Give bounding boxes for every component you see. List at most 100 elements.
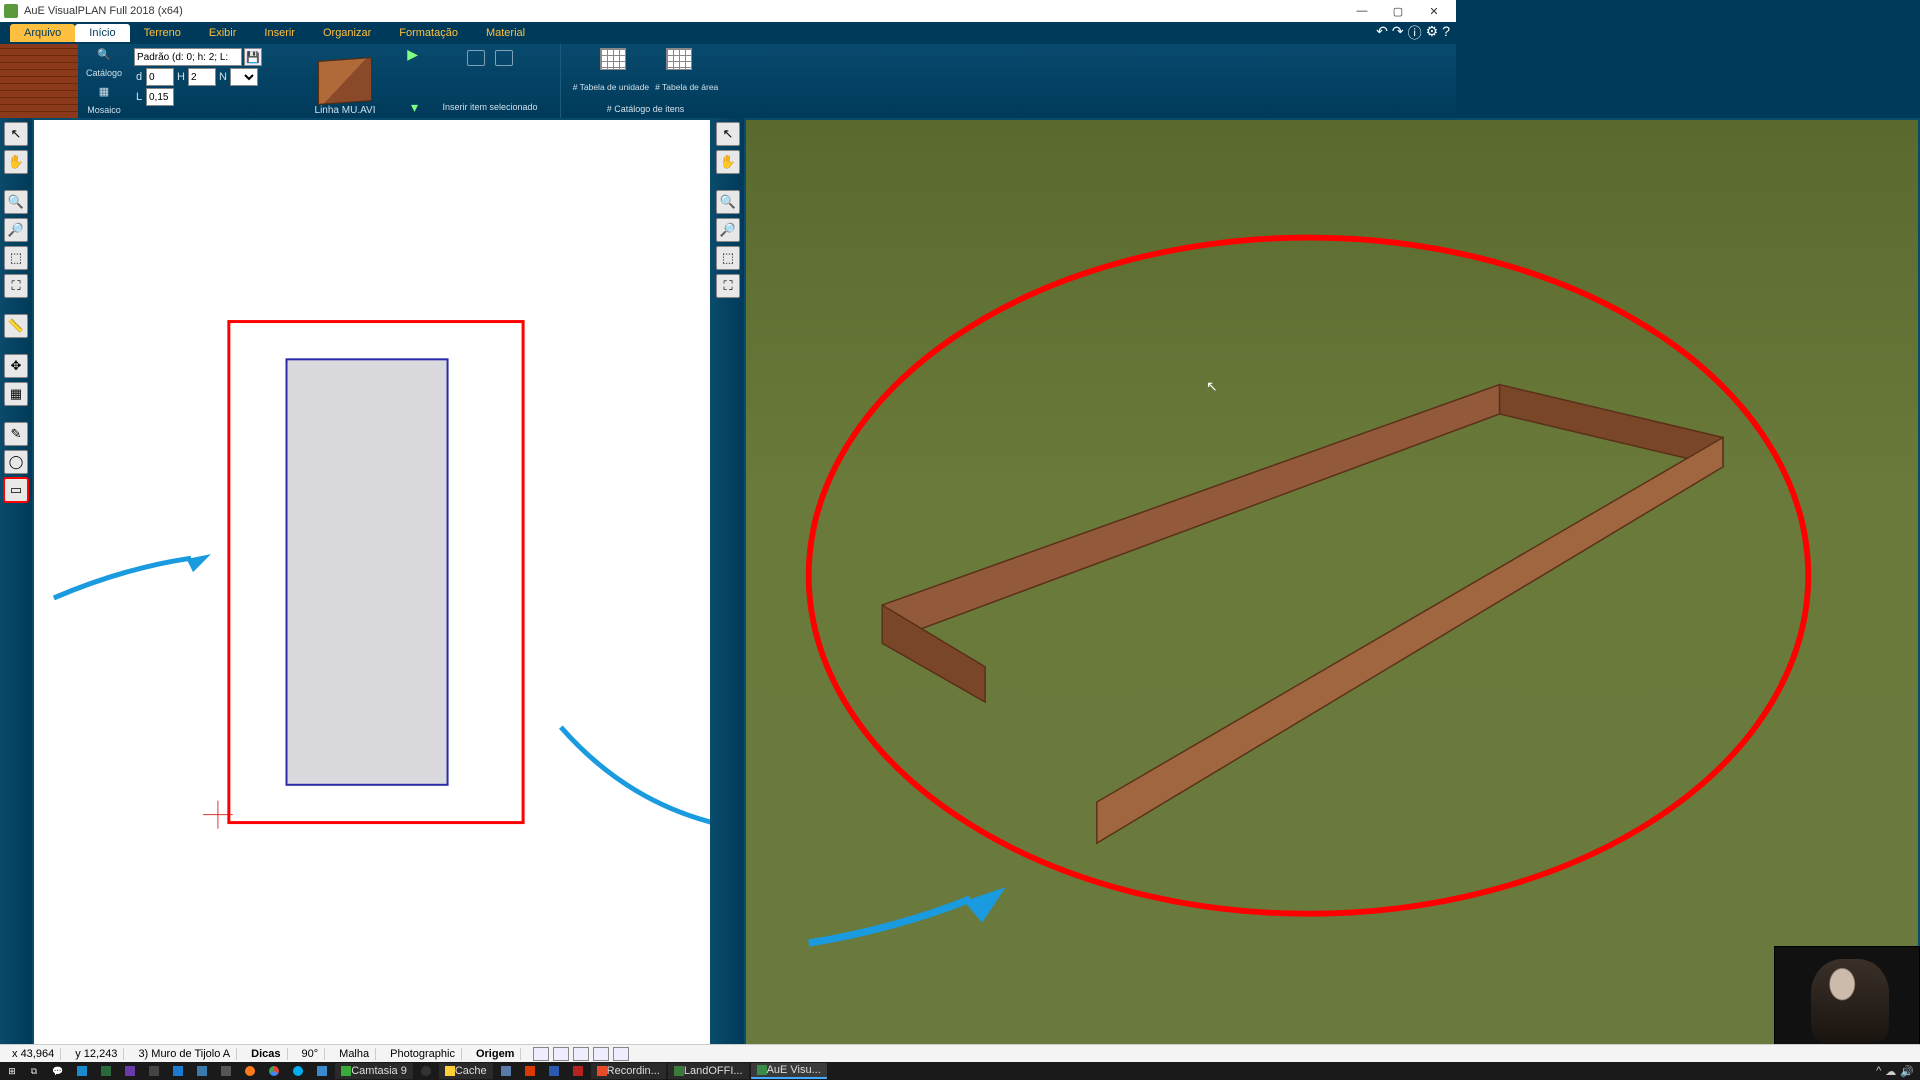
firefox-icon[interactable] [239, 1063, 261, 1079]
dicas-button[interactable]: Dicas [245, 1048, 287, 1060]
layer-indicator[interactable]: 3) Muro de Tijolo A [132, 1048, 237, 1060]
snap-center-icon[interactable] [593, 1047, 609, 1061]
snap-endpoint-icon[interactable] [533, 1047, 549, 1061]
mosaic-icon[interactable]: ▦ [99, 85, 109, 98]
snap-perp-icon[interactable] [613, 1047, 629, 1061]
d-label: d [134, 71, 144, 83]
insert-line-icon[interactable] [467, 50, 485, 66]
skype-icon[interactable] [287, 1063, 309, 1079]
tray-up-icon[interactable]: ^ [1876, 1065, 1881, 1078]
menu-arquivo[interactable]: Arquivo [10, 24, 75, 42]
tray-net-icon[interactable]: 🔊 [1900, 1065, 1914, 1078]
app3-icon[interactable] [191, 1063, 213, 1079]
minimize-button[interactable]: — [1344, 1, 1380, 21]
angle-indicator[interactable]: 90° [296, 1048, 326, 1060]
app2-icon[interactable] [95, 1063, 117, 1079]
select-tool[interactable]: ↖ [4, 122, 28, 146]
draw-rectangle-tool[interactable]: ▭ [4, 478, 28, 502]
app1-icon[interactable] [71, 1063, 93, 1079]
zoom-in-3d[interactable]: 🔍 [716, 190, 740, 214]
zoom-in-tool[interactable]: 🔍 [4, 190, 28, 214]
menu-formatacao[interactable]: Formatação [385, 24, 472, 42]
chat-icon[interactable]: 💬 [46, 1063, 69, 1079]
area-table-icon[interactable] [666, 48, 692, 70]
n-select[interactable] [230, 68, 258, 86]
zoom-window-tool[interactable]: ⬚ [4, 246, 28, 270]
tray-sync-icon[interactable]: ☁ [1885, 1065, 1896, 1078]
malha-button[interactable]: Malha [333, 1048, 376, 1060]
nav-fwd-icon[interactable]: ↷ [1392, 23, 1404, 43]
measure-tool[interactable]: 📏 [4, 314, 28, 338]
pan-tool[interactable]: ✋ [4, 150, 28, 174]
app4-icon[interactable] [215, 1063, 237, 1079]
block-name-label: Linha MU.AVI [315, 103, 376, 118]
wall-back-top [1500, 385, 1723, 467]
insert-shape-icon[interactable] [495, 50, 513, 66]
camtasia-task[interactable]: Camtasia 9 [335, 1063, 413, 1079]
menu-organizar[interactable]: Organizar [309, 24, 385, 42]
viewport-2d[interactable] [32, 118, 712, 1048]
d-input[interactable] [146, 68, 174, 86]
select-3d-tool[interactable]: ↖ [716, 122, 740, 146]
zoom-out-3d[interactable]: 🔎 [716, 218, 740, 242]
zoom-window-3d[interactable]: ⬚ [716, 246, 740, 270]
close-button[interactable]: ✕ [1416, 1, 1452, 21]
recording-task[interactable]: Recordin... [591, 1063, 666, 1079]
draw-circle-tool[interactable]: ◯ [4, 450, 28, 474]
pattern-select[interactable] [134, 48, 242, 66]
photos-icon[interactable] [143, 1063, 165, 1079]
cache-task[interactable]: Cache [439, 1063, 493, 1079]
aue-task[interactable]: AuE Visu... [751, 1063, 827, 1079]
orbit-tool[interactable]: ✋ [716, 150, 740, 174]
h-input[interactable] [188, 68, 216, 86]
vs-icon[interactable] [119, 1063, 141, 1079]
viewport-3d[interactable]: ↖ [744, 118, 1920, 1048]
zoom-extents-3d[interactable]: ⛶ [716, 274, 740, 298]
draw-line-tool[interactable]: ✎ [4, 422, 28, 446]
brick-texture-preview[interactable] [0, 44, 78, 118]
landoffice-task[interactable]: LandOFFI... [668, 1063, 749, 1079]
grid-tool[interactable]: ▦ [4, 382, 28, 406]
taskview-icon[interactable]: ⧉ [24, 1063, 44, 1079]
app8-icon[interactable] [543, 1063, 565, 1079]
start-button[interactable]: ⊞ [2, 1063, 22, 1079]
block-3d-preview[interactable] [318, 57, 372, 105]
vscode-icon[interactable] [167, 1063, 189, 1079]
block-dropdown-icon[interactable]: ▾ [411, 99, 418, 116]
info-icon[interactable]: ⓘ [1408, 23, 1422, 43]
maximize-button[interactable]: ▢ [1380, 1, 1416, 21]
area-table-label[interactable]: # Tabela de área [655, 82, 718, 92]
workspace: ↖ ✋ 🔍 🔎 ⬚ ⛶ 📏 ✥ ▦ ✎ ◯ ▭ [0, 118, 1920, 1048]
save-icon[interactable]: 💾 [244, 48, 262, 66]
origem-button[interactable]: Origem [470, 1048, 522, 1060]
chrome-icon[interactable] [263, 1063, 285, 1079]
zoom-extents-tool[interactable]: ⛶ [4, 274, 28, 298]
snap-mid-icon[interactable] [553, 1047, 569, 1061]
l-input[interactable] [146, 88, 174, 106]
move-tool[interactable]: ✥ [4, 354, 28, 378]
photo-button[interactable]: Photographic [384, 1048, 462, 1060]
unit-table-icon[interactable] [600, 48, 626, 70]
office-icon[interactable] [519, 1063, 541, 1079]
app6-icon[interactable] [415, 1063, 437, 1079]
app5-icon[interactable] [311, 1063, 333, 1079]
nav-back-icon[interactable]: ↶ [1376, 23, 1388, 43]
settings-icon[interactable]: ⚙ [1426, 23, 1439, 43]
menu-inserir[interactable]: Inserir [250, 24, 309, 42]
menu-terreno[interactable]: Terreno [130, 24, 195, 42]
app7-icon[interactable] [495, 1063, 517, 1079]
unit-table-label[interactable]: # Tabela de unidade [573, 82, 649, 92]
system-tray[interactable]: ^ ☁ 🔊 [1876, 1065, 1918, 1078]
status-snap-icons [533, 1047, 629, 1061]
search-icon[interactable]: 🔍 [97, 48, 111, 61]
snap-grid-icon[interactable] [573, 1047, 589, 1061]
zoom-out-tool[interactable]: 🔎 [4, 218, 28, 242]
insert-item-label[interactable]: Inserir item selecionado [442, 102, 537, 112]
menu-exibir[interactable]: Exibir [195, 24, 251, 42]
autocad-icon[interactable] [567, 1063, 589, 1079]
menu-material[interactable]: Material [472, 24, 539, 42]
help-icon[interactable]: ? [1442, 23, 1450, 43]
next-block-icon[interactable]: ▶ [407, 46, 418, 63]
catalog-items-label[interactable]: # Catálogo de itens [607, 104, 685, 114]
menu-inicio[interactable]: Início [75, 24, 129, 42]
